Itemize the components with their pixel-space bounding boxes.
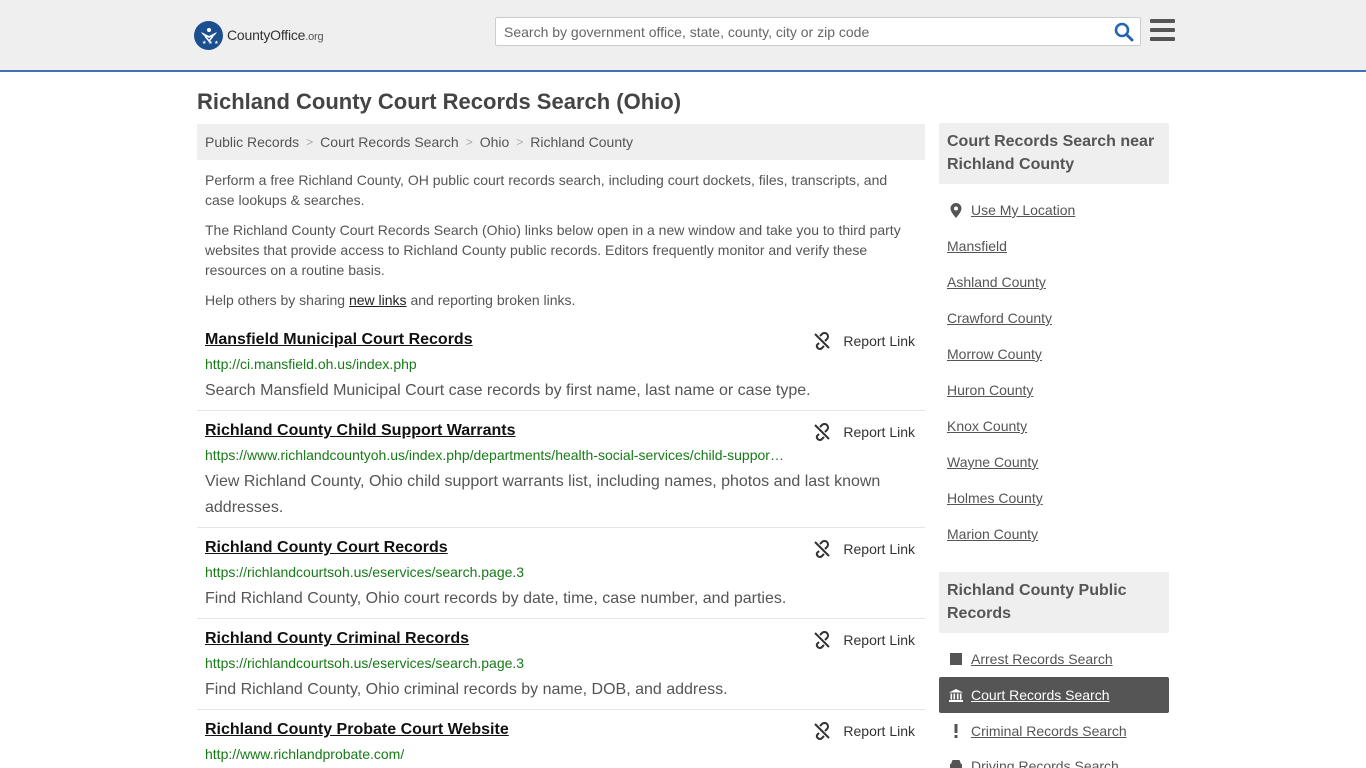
exclamation-icon: [949, 724, 963, 738]
square-icon: [949, 652, 963, 666]
result-url: http://ci.mansfield.oh.us/index.php: [205, 356, 417, 372]
nearby-link-ashland-county[interactable]: Ashland County: [947, 274, 1046, 290]
logo-text: CountyOffice.org: [227, 27, 324, 43]
broken-link-icon: [814, 332, 831, 350]
public-records-heading: Richland County Public Records: [939, 572, 1169, 633]
menu-bar: [1150, 28, 1175, 32]
result-title-link[interactable]: Mansfield Municipal Court Records: [205, 331, 473, 349]
nearby-link-holmes-county[interactable]: Holmes County: [947, 490, 1043, 506]
broken-link-icon: [814, 540, 831, 558]
search-input[interactable]: [496, 18, 1106, 45]
broken-link-icon: [814, 631, 831, 649]
result-title-link[interactable]: Richland County Criminal Records: [205, 630, 469, 648]
result-url: https://richlandcourtsoh.us/eservices/se…: [205, 564, 525, 580]
nearby-link-huron-county[interactable]: Huron County: [947, 382, 1033, 398]
logo-seal-icon: ★ ★ ★: [194, 20, 223, 50]
result-title-link[interactable]: Richland County Child Support Warrants: [205, 422, 516, 440]
page-title: Richland County Court Records Search (Oh…: [197, 89, 682, 114]
chevron-right-icon: >: [465, 135, 473, 149]
menu-bar: [1150, 19, 1175, 23]
report-link-button[interactable]: Report Link: [813, 423, 915, 441]
nearby-link-morrow-county[interactable]: Morrow County: [947, 346, 1042, 362]
breadcrumb-ohio[interactable]: Ohio: [480, 134, 510, 150]
search-icon: [1114, 22, 1134, 42]
search-button[interactable]: [1114, 22, 1134, 42]
use-my-location-link[interactable]: Use My Location: [939, 192, 1169, 228]
result-description: Search Mansfield Municipal Court case re…: [205, 382, 811, 399]
map-pin-icon: [949, 202, 963, 218]
broken-link-icon: [814, 722, 831, 740]
result-item: Richland County Child Support Warrants R…: [197, 422, 925, 528]
share-paragraph: Help others by sharing new links and rep…: [205, 292, 576, 308]
sidebar-item-arrest-records[interactable]: Arrest Records Search: [939, 641, 1169, 677]
result-title-link[interactable]: Richland County Probate Court Website: [205, 721, 509, 739]
result-item: Richland County Court Records Report Lin…: [197, 539, 925, 619]
svg-text:★ ★ ★: ★ ★ ★: [202, 40, 219, 46]
sidebar-item-criminal-records[interactable]: Criminal Records Search: [939, 713, 1169, 749]
report-link-button[interactable]: Report Link: [813, 540, 915, 558]
broken-link-icon: [814, 423, 831, 441]
sidebar-item-court-records[interactable]: Court Records Search: [939, 677, 1169, 713]
result-url: https://www.richlandcountyoh.us/index.ph…: [205, 447, 785, 463]
nearby-link-mansfield[interactable]: Mansfield: [947, 238, 1007, 254]
breadcrumb-court-records-search[interactable]: Court Records Search: [320, 134, 459, 150]
nearby-link-marion-county[interactable]: Marion County: [947, 526, 1038, 542]
breadcrumb-richland-county[interactable]: Richland County: [530, 134, 633, 150]
car-icon: [949, 758, 963, 768]
sidebar-item-driving-records[interactable]: Driving Records Search: [939, 749, 1169, 768]
hamburger-menu-button[interactable]: [1150, 19, 1175, 41]
nearby-link-wayne-county[interactable]: Wayne County: [947, 454, 1038, 470]
chevron-right-icon: >: [516, 135, 524, 149]
result-item: Richland County Criminal Records Report …: [197, 630, 925, 710]
intro-paragraph: Perform a free Richland County, OH publi…: [205, 172, 888, 208]
result-description: Find Richland County, Ohio criminal reco…: [205, 681, 728, 698]
result-title-link[interactable]: Richland County Court Records: [205, 539, 448, 557]
menu-bar: [1150, 37, 1175, 41]
result-item: Mansfield Municipal Court Records Report…: [197, 331, 925, 411]
result-url: https://richlandcourtsoh.us/eservices/se…: [205, 655, 525, 671]
result-description: View Richland County, Ohio child support…: [205, 473, 881, 516]
nearby-link-crawford-county[interactable]: Crawford County: [947, 310, 1052, 326]
nearby-link-knox-county[interactable]: Knox County: [947, 418, 1027, 434]
report-link-button[interactable]: Report Link: [813, 722, 915, 740]
breadcrumb-public-records[interactable]: Public Records: [205, 134, 299, 150]
report-link-button[interactable]: Report Link: [813, 332, 915, 350]
breadcrumb: Public Records > Court Records Search > …: [197, 124, 925, 160]
courthouse-icon: [949, 688, 963, 702]
result-item: Richland County Probate Court Website Re…: [197, 721, 925, 768]
chevron-right-icon: >: [306, 135, 314, 149]
nearby-heading: Court Records Search near Richland Count…: [939, 123, 1169, 184]
new-links-link[interactable]: new links: [349, 292, 407, 308]
result-description: Find Richland County, Ohio court records…: [205, 590, 787, 607]
site-search: [495, 17, 1141, 46]
result-url: http://www.richlandprobate.com/: [205, 746, 405, 762]
report-link-button[interactable]: Report Link: [813, 631, 915, 649]
disclaimer-paragraph: The Richland County Court Records Search…: [205, 222, 901, 278]
site-logo[interactable]: ★ ★ ★ CountyOffice.org: [194, 20, 324, 50]
site-header: ★ ★ ★ CountyOffice.org: [0, 0, 1366, 72]
